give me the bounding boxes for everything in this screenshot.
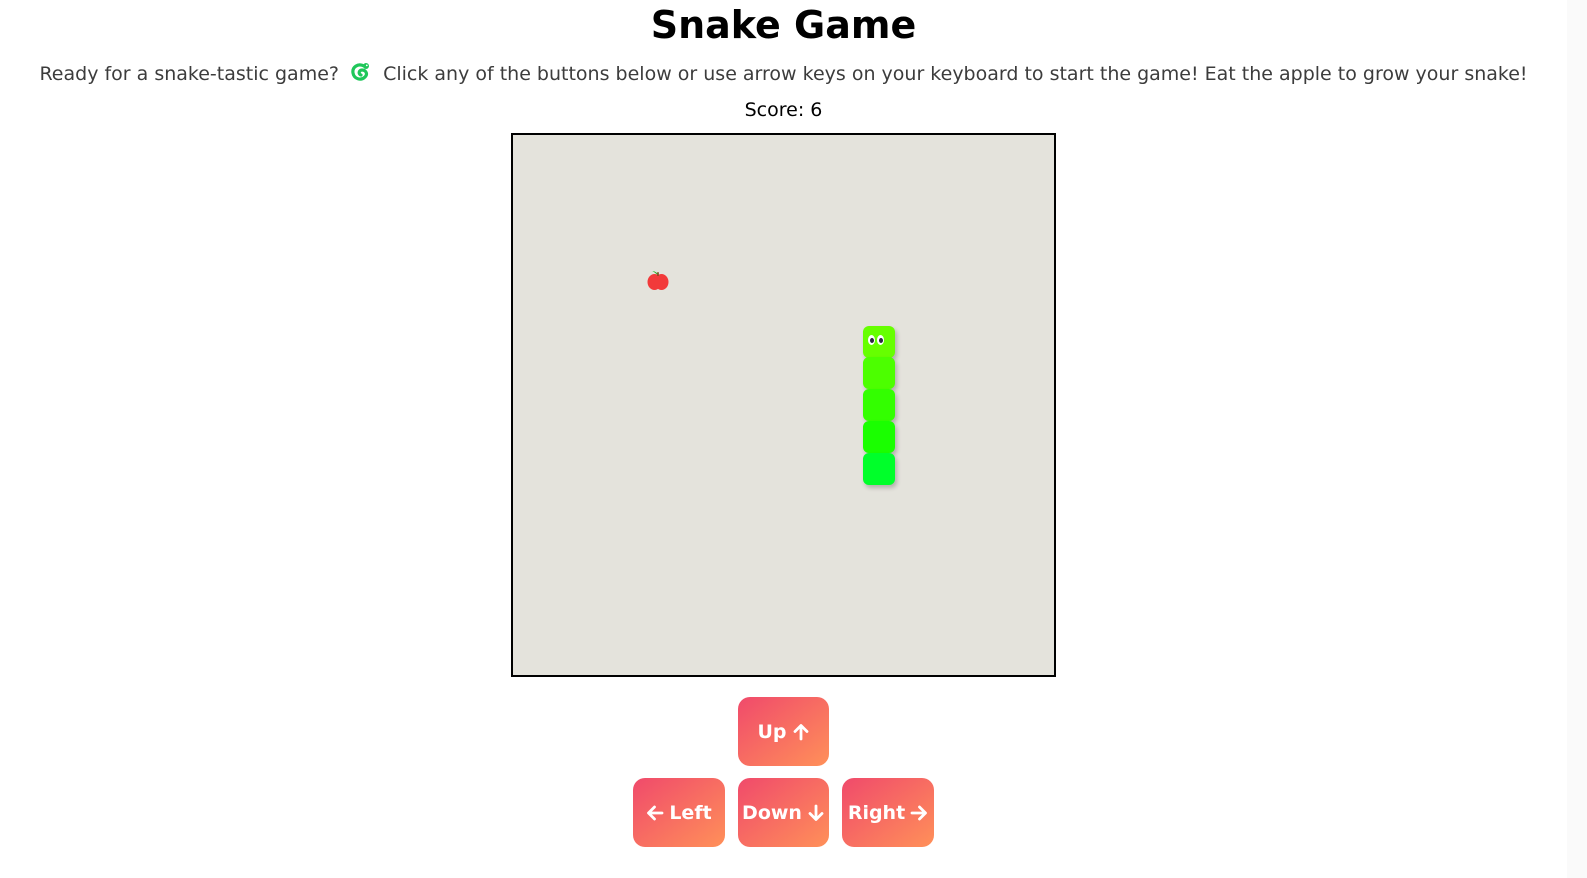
snake-segment	[863, 389, 895, 421]
up-button-label: Up	[757, 720, 787, 743]
arrow-down-icon	[808, 804, 824, 821]
left-button[interactable]: Left	[633, 778, 725, 847]
apple-icon	[646, 268, 670, 292]
right-button[interactable]: Right	[842, 778, 934, 847]
snake-game-page: Snake Game Ready for a snake-tastic game…	[0, 0, 1587, 878]
up-button[interactable]: Up	[738, 697, 829, 766]
snake-segment	[863, 421, 895, 453]
arrow-left-icon	[647, 805, 664, 820]
intro-text-part-1: Ready for a snake-tastic game?	[39, 63, 339, 85]
page-title: Snake Game	[650, 3, 917, 47]
down-button[interactable]: Down	[738, 778, 829, 847]
snake-emoji-icon	[349, 62, 371, 91]
snake-segment	[863, 357, 895, 389]
right-button-label: Right	[847, 801, 906, 824]
intro-text: Ready for a snake-tastic game? Click any…	[0, 61, 1567, 91]
snake-eye-left	[868, 335, 875, 345]
snake-head	[863, 326, 895, 358]
game-board[interactable]	[511, 133, 1056, 677]
arrow-right-icon	[910, 805, 928, 820]
snake-eye-right	[877, 335, 884, 345]
down-button-label: Down	[742, 801, 802, 824]
arrow-up-icon	[793, 723, 808, 740]
intro-text-part-2: Click any of the buttons below or use ar…	[383, 63, 1528, 85]
left-button-label: Left	[669, 801, 712, 824]
scrollbar-track[interactable]	[1567, 0, 1587, 878]
score-display: Score: 6	[744, 99, 823, 121]
snake-segment	[863, 453, 895, 485]
